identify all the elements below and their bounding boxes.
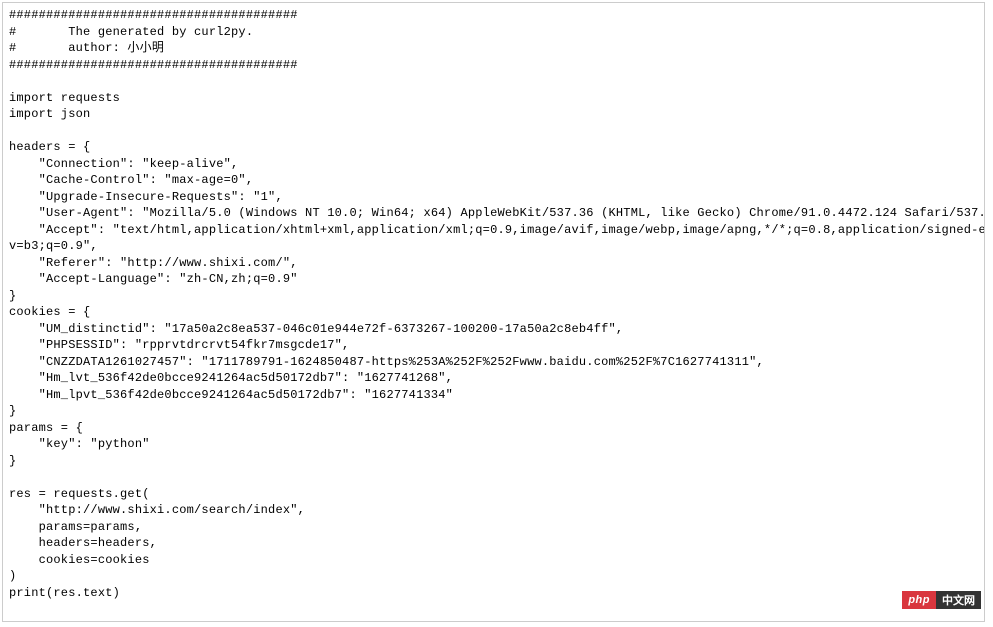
code-line: "http://www.shixi.com/search/index", (9, 502, 978, 519)
code-line: "Upgrade-Insecure-Requests": "1", (9, 189, 978, 206)
code-line: ####################################### (9, 57, 978, 74)
code-line: "key": "python" (9, 436, 978, 453)
code-line: cookies = { (9, 304, 978, 321)
code-line: params=params, (9, 519, 978, 536)
code-line: headers = { (9, 139, 978, 156)
code-line: params = { (9, 420, 978, 437)
code-line: "PHPSESSID": "rpprvtdrcrvt54fkr7msgcde17… (9, 337, 978, 354)
code-line: "Referer": "http://www.shixi.com/", (9, 255, 978, 272)
code-line: cookies=cookies (9, 552, 978, 569)
code-line: "Accept-Language": "zh-CN,zh;q=0.9" (9, 271, 978, 288)
code-line (9, 73, 978, 90)
code-line: "Accept": "text/html,application/xhtml+x… (9, 222, 978, 239)
watermark-badge: php 中文网 (902, 591, 981, 609)
code-line (9, 123, 978, 140)
code-line: # The generated by curl2py. (9, 24, 978, 41)
code-line: "User-Agent": "Mozilla/5.0 (Windows NT 1… (9, 205, 978, 222)
code-line: "Hm_lpvt_536f42de0bcce9241264ac5d50172db… (9, 387, 978, 404)
code-line: "Hm_lvt_536f42de0bcce9241264ac5d50172db7… (9, 370, 978, 387)
code-line: } (9, 403, 978, 420)
code-line: } (9, 453, 978, 470)
code-content: ########################################… (9, 7, 978, 601)
code-line: import requests (9, 90, 978, 107)
code-line: "UM_distinctid": "17a50a2c8ea537-046c01e… (9, 321, 978, 338)
code-line: ) (9, 568, 978, 585)
code-line: } (9, 288, 978, 305)
code-block: ########################################… (2, 2, 985, 622)
code-line: ####################################### (9, 7, 978, 24)
badge-right-label: 中文网 (936, 591, 981, 609)
code-line: print(res.text) (9, 585, 978, 602)
code-line: import json (9, 106, 978, 123)
code-line: "Connection": "keep-alive", (9, 156, 978, 173)
badge-left-label: php (902, 591, 936, 609)
code-line: "Cache-Control": "max-age=0", (9, 172, 978, 189)
code-line (9, 469, 978, 486)
code-line: headers=headers, (9, 535, 978, 552)
code-line: "CNZZDATA1261027457": "1711789791-162485… (9, 354, 978, 371)
code-line: # author: 小小明 (9, 40, 978, 57)
code-line: v=b3;q=0.9", (9, 238, 978, 255)
code-line: res = requests.get( (9, 486, 978, 503)
